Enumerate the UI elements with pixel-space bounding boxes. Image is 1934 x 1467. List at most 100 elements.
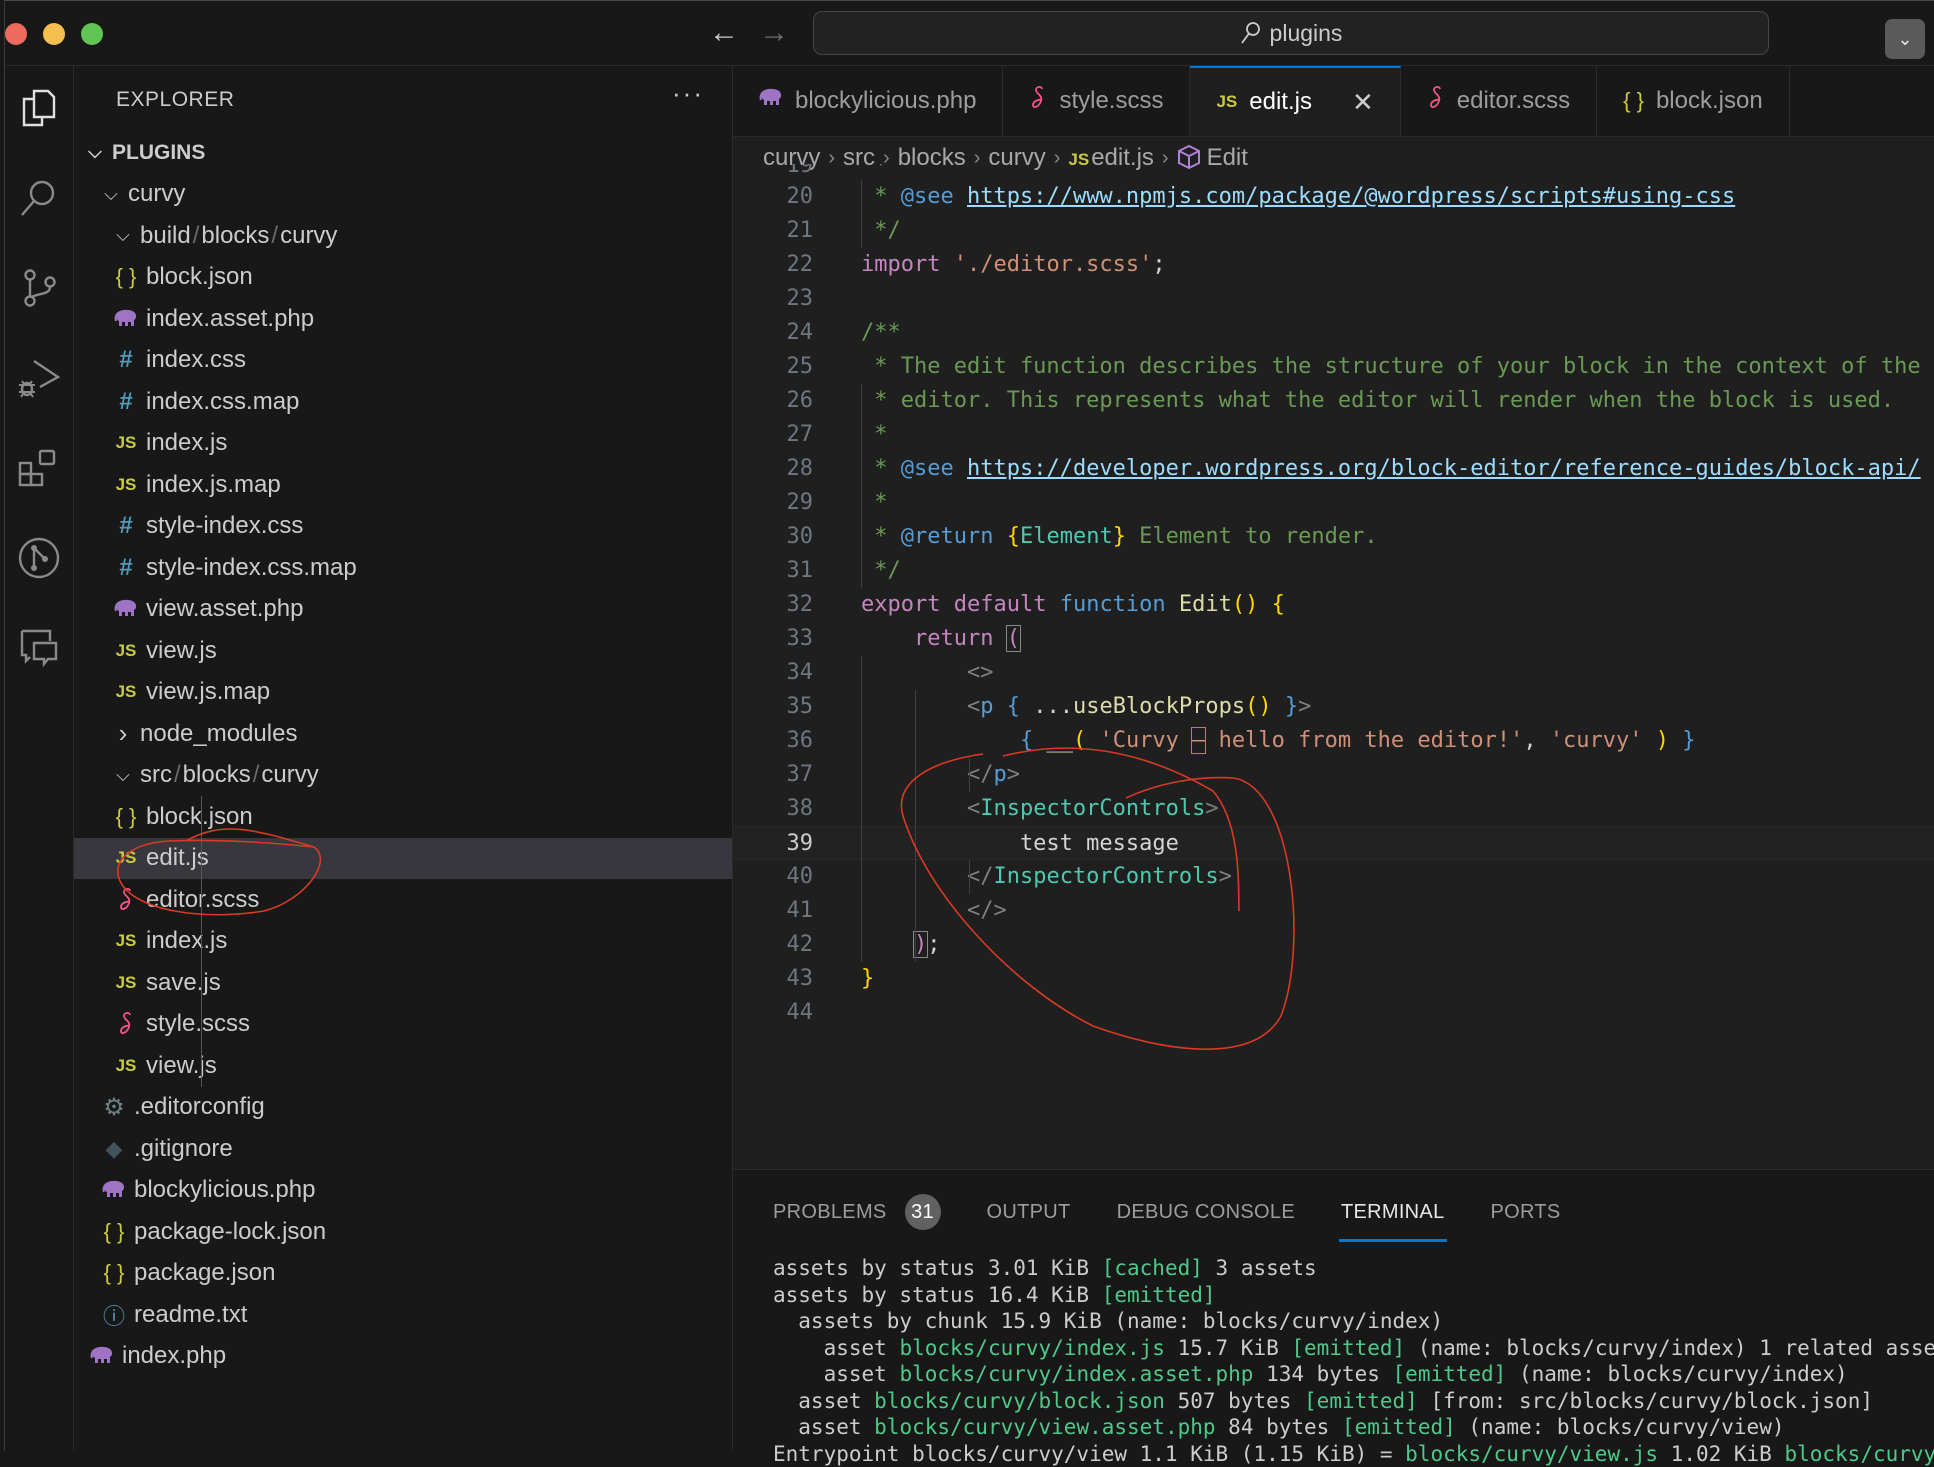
tree-file[interactable]: { }block.json	[74, 796, 732, 838]
arrow-left-icon[interactable]: ←	[709, 15, 739, 51]
more-actions-icon[interactable]: ···	[672, 78, 704, 109]
tree-file[interactable]: JSindex.js	[74, 921, 732, 963]
tree-file[interactable]: style.scss	[74, 1004, 732, 1046]
tree-file[interactable]: ◆.gitignore	[74, 1128, 732, 1170]
remote-chat-icon[interactable]	[5, 618, 73, 678]
tree-file[interactable]: JSview.js.map	[74, 672, 732, 714]
line-number: 28	[733, 452, 813, 486]
code-line[interactable]: 32export default function Edit() {	[733, 588, 1934, 622]
close-icon[interactable]: ✕	[1352, 87, 1374, 118]
tree-folder[interactable]: ›node_modules	[74, 713, 732, 755]
code-line[interactable]: 24/**	[733, 316, 1934, 350]
code-line[interactable]: 26 * editor. This represents what the ed…	[733, 384, 1934, 418]
code-line[interactable]: 34 <>	[733, 656, 1934, 690]
chevron-down-icon[interactable]: ⌄	[1885, 19, 1925, 59]
tree-file[interactable]: blockylicious.php	[74, 1170, 732, 1212]
close-window-button[interactable]	[5, 23, 27, 45]
panel-tab-ports[interactable]: PORTS	[1491, 1188, 1561, 1236]
code-line[interactable]: 33 return (	[733, 622, 1934, 656]
tab-style-scss[interactable]: style.scss	[1003, 66, 1190, 136]
panel-tab-terminal[interactable]: TERMINAL	[1341, 1188, 1445, 1236]
minimize-window-button[interactable]	[43, 23, 65, 45]
code-editor[interactable]: 19 *20 * @see https://www.npmjs.com/pack…	[733, 164, 1934, 1169]
panel-tab-debug-console[interactable]: DEBUG CONSOLE	[1117, 1188, 1295, 1236]
maximize-window-button[interactable]	[81, 23, 103, 45]
tree-file[interactable]: ⓘreadme.txt	[74, 1294, 732, 1336]
code-line[interactable]: 38 <InspectorControls>	[733, 792, 1934, 826]
line-number: 27	[733, 418, 813, 452]
tree-folder[interactable]: ⌵build/blocks/curvy	[74, 215, 732, 257]
code-line[interactable]: 30 * @return {Element} Element to render…	[733, 520, 1934, 554]
tab-editor-scss[interactable]: editor.scss	[1401, 66, 1597, 136]
source-control-icon[interactable]	[5, 258, 73, 318]
code-line[interactable]: 37 </p>	[733, 758, 1934, 792]
run-debug-icon[interactable]	[5, 348, 73, 408]
tree-file[interactable]: JSsave.js	[74, 962, 732, 1004]
code-line[interactable]: 28 * @see https://developer.wordpress.or…	[733, 452, 1934, 486]
code-line[interactable]: 40 </InspectorControls>	[733, 860, 1934, 894]
json-file-icon: { }	[100, 1260, 128, 1286]
code-line[interactable]: 44	[733, 996, 1934, 1030]
tree-file[interactable]: { }block.json	[74, 257, 732, 299]
tree-file[interactable]: #index.css.map	[74, 381, 732, 423]
chevron-down-icon: ⌵	[112, 765, 134, 786]
tree-file[interactable]: JSedit.js	[74, 838, 732, 880]
json-file-icon: { }	[112, 804, 140, 830]
line-number: 40	[733, 860, 813, 894]
command-center-search[interactable]: plugins	[813, 11, 1769, 55]
tab-edit-js[interactable]: JSedit.js✕	[1190, 66, 1400, 136]
panel-tab-output[interactable]: OUTPUT	[987, 1188, 1071, 1236]
tab-blockylicious-php[interactable]: blockylicious.php	[733, 66, 1003, 136]
arrow-right-icon[interactable]: →	[759, 15, 789, 51]
tree-file[interactable]: ⚙.editorconfig	[74, 1087, 732, 1129]
tree-file[interactable]: JSview.js	[74, 630, 732, 672]
tree-file[interactable]: #style-index.css	[74, 506, 732, 548]
code-line[interactable]: 25 * The edit function describes the str…	[733, 350, 1934, 384]
code-line[interactable]: 36 { __( 'Curvy – hello from the editor!…	[733, 724, 1934, 758]
code-line[interactable]: 39 test message	[733, 826, 1934, 860]
tree-file[interactable]: index.php	[74, 1336, 732, 1378]
tree-file[interactable]: #style-index.css.map	[74, 547, 732, 589]
code-line[interactable]: 35 <p { ...useBlockProps() }>	[733, 690, 1934, 724]
panel-tab-problems[interactable]: PROBLEMS31	[773, 1188, 941, 1236]
code-line[interactable]: 31 */	[733, 554, 1934, 588]
code-line[interactable]: 23	[733, 282, 1934, 316]
tree-file[interactable]: { }package.json	[74, 1253, 732, 1295]
code-text: test message	[861, 827, 1179, 861]
workspace-root-plugins[interactable]: ⌵ PLUGINS	[74, 132, 732, 174]
tree-file[interactable]: index.asset.php	[74, 298, 732, 340]
tree-file[interactable]: #index.css	[74, 340, 732, 382]
explorer-icon[interactable]	[5, 78, 73, 138]
tree-file[interactable]: editor.scss	[74, 879, 732, 921]
line-number: 37	[733, 758, 813, 792]
code-line[interactable]: 41 </>	[733, 894, 1934, 928]
tree-file[interactable]: view.asset.php	[74, 589, 732, 631]
git-graph-icon[interactable]	[5, 528, 73, 588]
tree-file[interactable]: JSindex.js.map	[74, 464, 732, 506]
chevron-down-icon: ⌵	[100, 184, 122, 205]
code-line[interactable]: 27 *	[733, 418, 1934, 452]
tree-file[interactable]: { }package-lock.json	[74, 1211, 732, 1253]
chevron-right-icon: ›	[112, 718, 134, 749]
code-line[interactable]: 22import './editor.scss';	[733, 248, 1934, 282]
code-line[interactable]: 43}	[733, 962, 1934, 996]
panel-tab-label: PORTS	[1491, 1201, 1561, 1224]
extensions-icon[interactable]	[5, 438, 73, 498]
code-line[interactable]: 29 *	[733, 486, 1934, 520]
line-number: 23	[733, 282, 813, 316]
line-number: 42	[733, 928, 813, 962]
tree-file[interactable]: JSindex.js	[74, 423, 732, 465]
terminal-line: asset blocks/curvy/view.asset.php 84 byt…	[773, 1414, 1934, 1441]
code-line[interactable]: 19 *	[733, 164, 1934, 180]
code-line[interactable]: 42 );	[733, 928, 1934, 962]
bottom-panel: PROBLEMS31 OUTPUT DEBUG CONSOLE TERMINAL POR…	[733, 1169, 1934, 1451]
tree-folder[interactable]: ⌵ curvy	[74, 174, 732, 216]
code-line[interactable]: 20 * @see https://www.npmjs.com/package/…	[733, 180, 1934, 214]
tree-file[interactable]: JSview.js	[74, 1045, 732, 1087]
path-segment: curvy	[128, 180, 185, 207]
tab-block-json[interactable]: { }block.json	[1597, 66, 1790, 136]
terminal-output[interactable]: assets by status 3.01 KiB [cached] 3 ass…	[773, 1255, 1934, 1467]
code-line[interactable]: 21 */	[733, 214, 1934, 248]
tree-folder[interactable]: ⌵src/blocks/curvy	[74, 755, 732, 797]
search-icon[interactable]	[5, 168, 73, 228]
